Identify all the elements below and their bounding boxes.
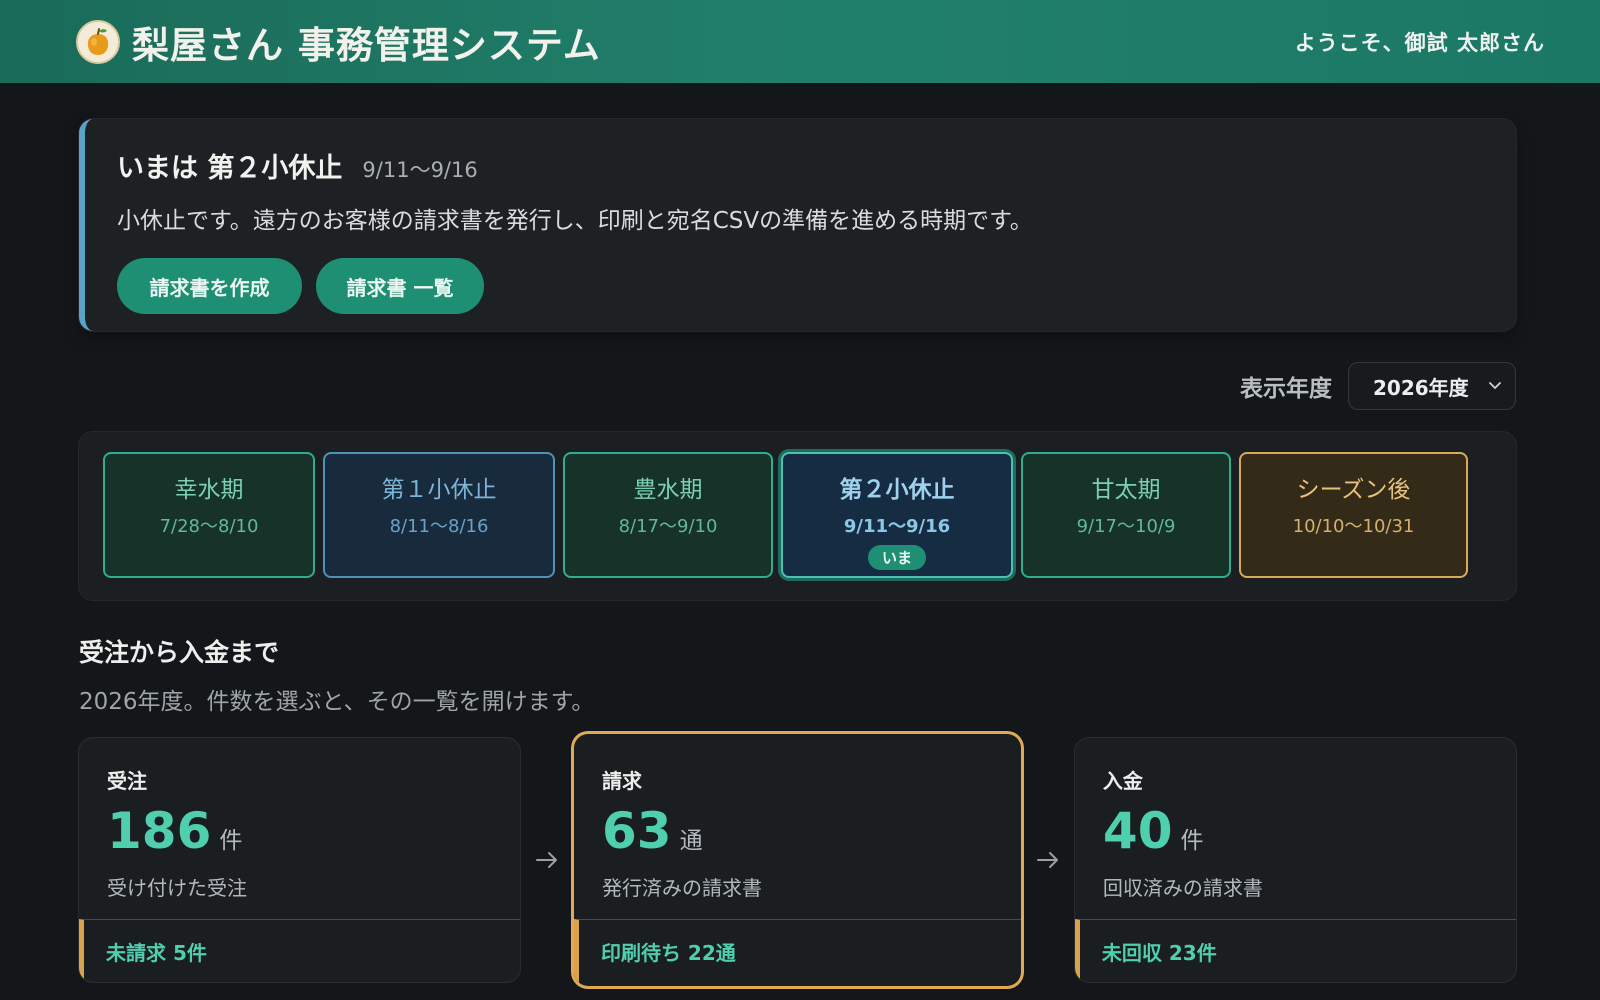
card-body: 入金 40 件 回収済みの請求書 bbox=[1075, 738, 1516, 919]
awaiting-print-link[interactable]: 印刷待ち 22通 bbox=[573, 919, 1022, 983]
current-period-notice: いまは 第２小休止 9/11〜9/16 小休止です。遠方のお客様の請求書を発行し… bbox=[79, 119, 1516, 331]
notice-dates: 9/11〜9/16 bbox=[362, 158, 478, 182]
unbilled-link[interactable]: 未請求 5件 bbox=[79, 919, 521, 982]
current-period-badge: いま bbox=[867, 545, 926, 570]
notice-text: 小休止です。遠方のお客様の請求書を発行し、印刷と宛名CSVの準備を進める時期です… bbox=[117, 208, 1033, 234]
year-selector-row: 表示年度 2026年度 bbox=[79, 362, 1516, 410]
count-unit: 件 bbox=[1180, 828, 1204, 854]
count-number: 63 bbox=[601, 802, 672, 860]
period-dates: 7/28〜8/10 bbox=[159, 516, 259, 537]
invoices-card[interactable]: 請求 63 通 発行済みの請求書 印刷待ち 22通 bbox=[573, 734, 1022, 986]
pear-fruit-icon bbox=[76, 19, 120, 64]
payments-card[interactable]: 入金 40 件 回収済みの請求書 未回収 23件 bbox=[1074, 738, 1516, 982]
card-count: 63 通 bbox=[602, 806, 993, 856]
card-count: 40 件 bbox=[1103, 806, 1488, 856]
season-period-timeline: 幸水期 7/28〜8/10 第１小休止 8/11〜8/16 豊水期 8/17〜9… bbox=[79, 432, 1516, 600]
period-dates: 10/10〜10/31 bbox=[1292, 516, 1415, 537]
period-name: 豊水期 bbox=[633, 477, 703, 503]
arrow-right-icon bbox=[1021, 738, 1075, 982]
notice-actions: 請求書を作成 請求書 一覧 bbox=[117, 258, 1484, 314]
card-description: 受け付けた受注 bbox=[107, 876, 247, 900]
flow-section-title: 受注から入金まで bbox=[79, 638, 280, 667]
period-break-1[interactable]: 第１小休止 8/11〜8/16 bbox=[323, 452, 555, 578]
period-hosui[interactable]: 豊水期 8/17〜9/10 bbox=[563, 452, 773, 578]
card-label: 受注 bbox=[107, 769, 147, 793]
uncollected-link[interactable]: 未回収 23件 bbox=[1074, 919, 1516, 982]
notice-header: いまは 第２小休止 9/11〜9/16 bbox=[117, 146, 1484, 185]
period-dates: 9/11〜9/16 bbox=[843, 516, 951, 537]
count-number: 40 bbox=[1102, 802, 1173, 860]
period-dates: 9/17〜10/9 bbox=[1076, 516, 1176, 537]
period-dates: 8/11〜8/16 bbox=[389, 516, 489, 537]
period-name: 幸水期 bbox=[174, 477, 244, 503]
card-body: 請求 63 通 発行済みの請求書 bbox=[574, 734, 1021, 919]
period-name: 第２小休止 bbox=[839, 477, 955, 503]
app-title: 梨屋さん 事務管理システム bbox=[132, 23, 601, 67]
create-invoice-button[interactable]: 請求書を作成 bbox=[117, 258, 302, 314]
card-label: 請求 bbox=[601, 769, 642, 793]
card-description: 発行済みの請求書 bbox=[601, 876, 762, 900]
app-header: 梨屋さん 事務管理システム ようこそ、御試 太郎さん bbox=[0, 0, 1600, 83]
period-kanta[interactable]: 甘太期 9/17〜10/9 bbox=[1021, 452, 1231, 578]
order-to-payment-flow: 受注 186 件 受け付けた受注 未請求 5件 請求 63 通 発行済みの請求書 bbox=[79, 734, 1516, 986]
count-unit: 件 bbox=[219, 828, 243, 854]
brand[interactable]: 梨屋さん 事務管理システム bbox=[76, 15, 601, 69]
invoice-list-button[interactable]: 請求書 一覧 bbox=[316, 258, 484, 314]
card-body: 受注 186 件 受け付けた受注 bbox=[79, 738, 520, 919]
main-content: いまは 第２小休止 9/11〜9/16 小休止です。遠方のお客様の請求書を発行し… bbox=[79, 119, 1516, 986]
period-kosui[interactable]: 幸水期 7/28〜8/10 bbox=[103, 452, 315, 578]
card-label: 入金 bbox=[1102, 769, 1143, 793]
welcome-message: ようこそ、御試 太郎さん bbox=[1294, 30, 1545, 55]
year-label: 表示年度 bbox=[1240, 376, 1332, 402]
period-break-2-current[interactable]: 第２小休止 9/11〜9/16 いま bbox=[781, 452, 1013, 578]
year-select-value: 2026年度 bbox=[1373, 375, 1469, 400]
year-select[interactable]: 2026年度 bbox=[1348, 362, 1516, 410]
orders-card[interactable]: 受注 186 件 受け付けた受注 未請求 5件 bbox=[79, 738, 521, 982]
arrow-right-icon bbox=[520, 738, 574, 982]
period-name: 第１小休止 bbox=[381, 477, 497, 503]
card-description: 回収済みの請求書 bbox=[1102, 876, 1263, 900]
period-dates: 8/17〜9/10 bbox=[618, 516, 718, 537]
count-unit: 通 bbox=[679, 828, 703, 854]
flow-section-subtitle: 2026年度。件数を選ぶと、その一覧を開けます。 bbox=[79, 689, 595, 715]
period-name: シーズン後 bbox=[1296, 477, 1411, 503]
chevron-down-icon bbox=[1489, 382, 1501, 390]
period-post-season[interactable]: シーズン後 10/10〜10/31 bbox=[1239, 452, 1468, 578]
count-number: 186 bbox=[107, 802, 212, 860]
notice-title: いまは 第２小休止 bbox=[117, 153, 343, 184]
card-count: 186 件 bbox=[107, 806, 492, 856]
period-name: 甘太期 bbox=[1091, 477, 1161, 503]
